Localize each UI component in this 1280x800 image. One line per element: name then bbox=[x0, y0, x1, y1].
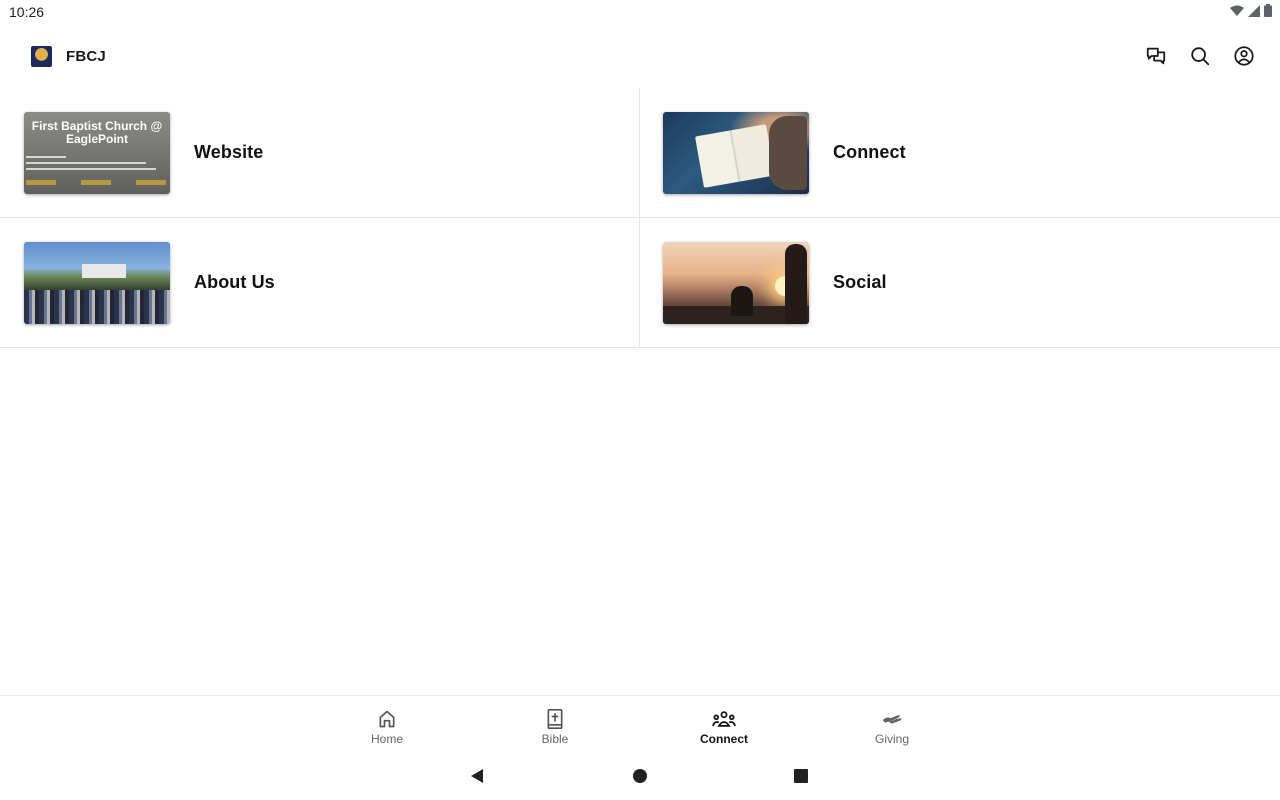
chat-icon[interactable] bbox=[1144, 44, 1168, 68]
stage-image bbox=[82, 263, 126, 278]
grid-row: First Baptist Church @ EaglePoint Websit… bbox=[0, 88, 1280, 218]
giving-hand-icon bbox=[880, 707, 904, 731]
app-title: FBCJ bbox=[66, 47, 106, 65]
nav-item-connect[interactable]: Connect bbox=[679, 696, 769, 752]
recents-square-icon[interactable] bbox=[791, 766, 811, 786]
nav-item-home[interactable]: Home bbox=[342, 696, 432, 752]
connect-thumbnail bbox=[663, 111, 809, 194]
signal-icon bbox=[1248, 4, 1260, 20]
tile-connect[interactable]: Connect bbox=[640, 88, 1280, 217]
battery-icon bbox=[1264, 4, 1272, 20]
tile-label: Website bbox=[194, 142, 264, 162]
bible-image bbox=[695, 123, 775, 188]
hand-image bbox=[769, 115, 807, 190]
tile-about-us[interactable]: About Us bbox=[0, 218, 640, 347]
thumbnail-text-lines bbox=[26, 155, 166, 174]
tile-social[interactable]: Social bbox=[640, 218, 1280, 347]
nav-label: Connect bbox=[700, 731, 748, 746]
home-circle-icon[interactable] bbox=[630, 766, 650, 786]
app-bar: FBCJ bbox=[0, 24, 1280, 88]
app-logo bbox=[31, 45, 52, 67]
home-icon bbox=[375, 707, 399, 731]
wifi-icon bbox=[1230, 4, 1244, 20]
nav-item-giving[interactable]: Giving bbox=[847, 696, 937, 752]
nav-item-bible[interactable]: Bible bbox=[510, 696, 600, 752]
tile-website[interactable]: First Baptist Church @ EaglePoint Websit… bbox=[0, 88, 640, 217]
content-grid: First Baptist Church @ EaglePoint Websit… bbox=[0, 88, 1280, 348]
bible-icon bbox=[543, 707, 567, 731]
account-icon[interactable] bbox=[1232, 44, 1256, 68]
thumbnail-buttons bbox=[26, 179, 166, 185]
status-bar: 10:26 bbox=[0, 0, 1280, 24]
grid-row: About Us Social bbox=[0, 218, 1280, 348]
people-icon bbox=[712, 707, 736, 731]
status-icons bbox=[1230, 4, 1272, 20]
tile-label: Social bbox=[833, 272, 887, 292]
system-nav-bar bbox=[0, 752, 1280, 800]
tile-label: Connect bbox=[833, 142, 906, 162]
crowd-image bbox=[24, 289, 170, 324]
about-us-thumbnail bbox=[24, 241, 170, 324]
status-time: 10:26 bbox=[9, 4, 45, 20]
tile-label: About Us bbox=[194, 272, 275, 292]
nav-label: Giving bbox=[874, 731, 909, 746]
back-icon[interactable] bbox=[467, 766, 487, 786]
website-thumbnail: First Baptist Church @ EaglePoint bbox=[24, 111, 170, 194]
nav-label: Home bbox=[370, 731, 403, 746]
thumbnail-title: First Baptist Church @ EaglePoint bbox=[31, 118, 163, 146]
person-silhouette bbox=[731, 285, 753, 316]
person-silhouette bbox=[785, 243, 807, 324]
app-actions bbox=[1144, 44, 1256, 68]
bottom-nav: Home Bible Connect Giving bbox=[0, 695, 1280, 752]
social-thumbnail bbox=[663, 241, 809, 324]
nav-label: Bible bbox=[541, 731, 569, 746]
search-icon[interactable] bbox=[1188, 44, 1212, 68]
